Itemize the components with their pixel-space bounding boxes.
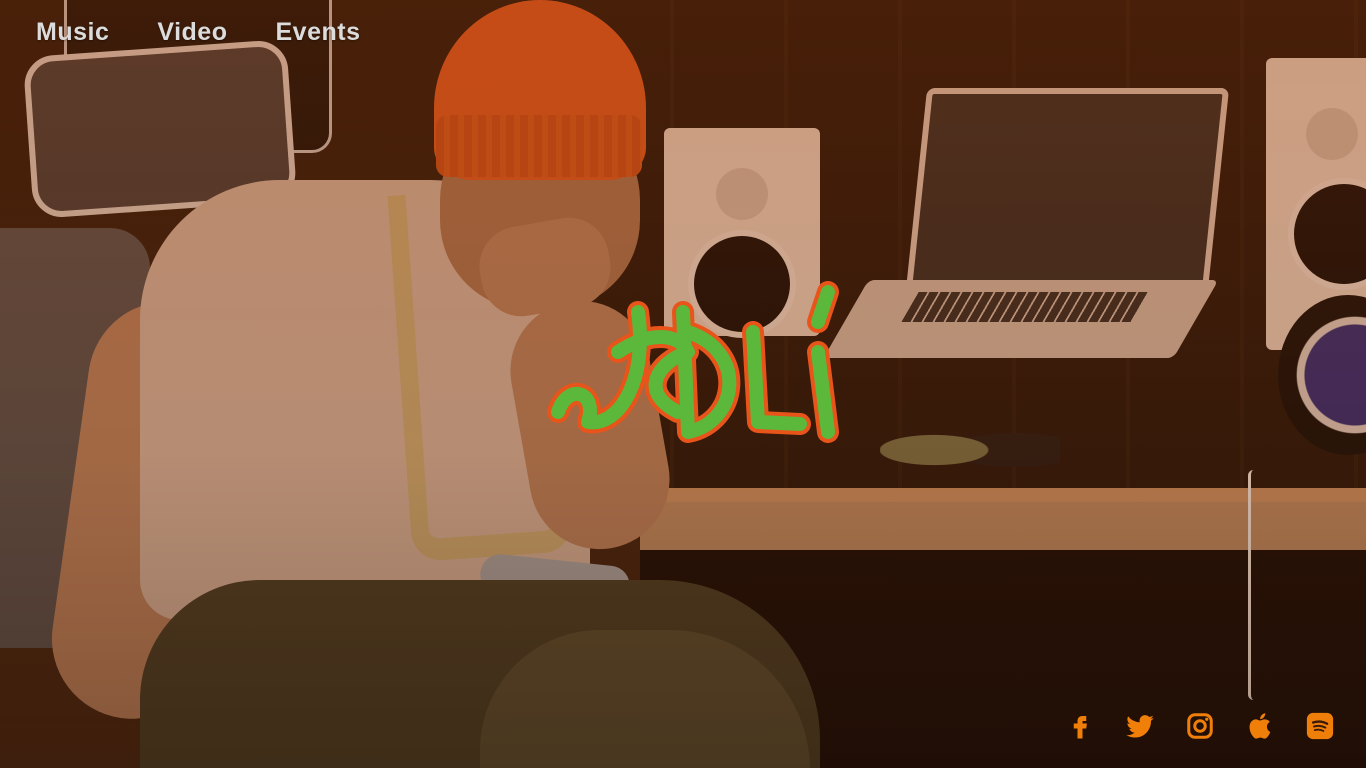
jedi-logo [538, 272, 858, 450]
facebook-icon[interactable] [1064, 710, 1096, 742]
jedi-logo-graphic [547, 281, 839, 443]
twitter-icon[interactable] [1124, 710, 1156, 742]
main-nav: Music Video Events [36, 18, 360, 47]
nav-link-music[interactable]: Music [36, 18, 109, 47]
nav-link-events[interactable]: Events [275, 18, 360, 47]
social-links [1064, 710, 1336, 742]
spotify-icon[interactable] [1304, 710, 1336, 742]
apple-icon[interactable] [1244, 710, 1276, 742]
instagram-icon[interactable] [1184, 710, 1216, 742]
nav-link-video[interactable]: Video [157, 18, 227, 47]
